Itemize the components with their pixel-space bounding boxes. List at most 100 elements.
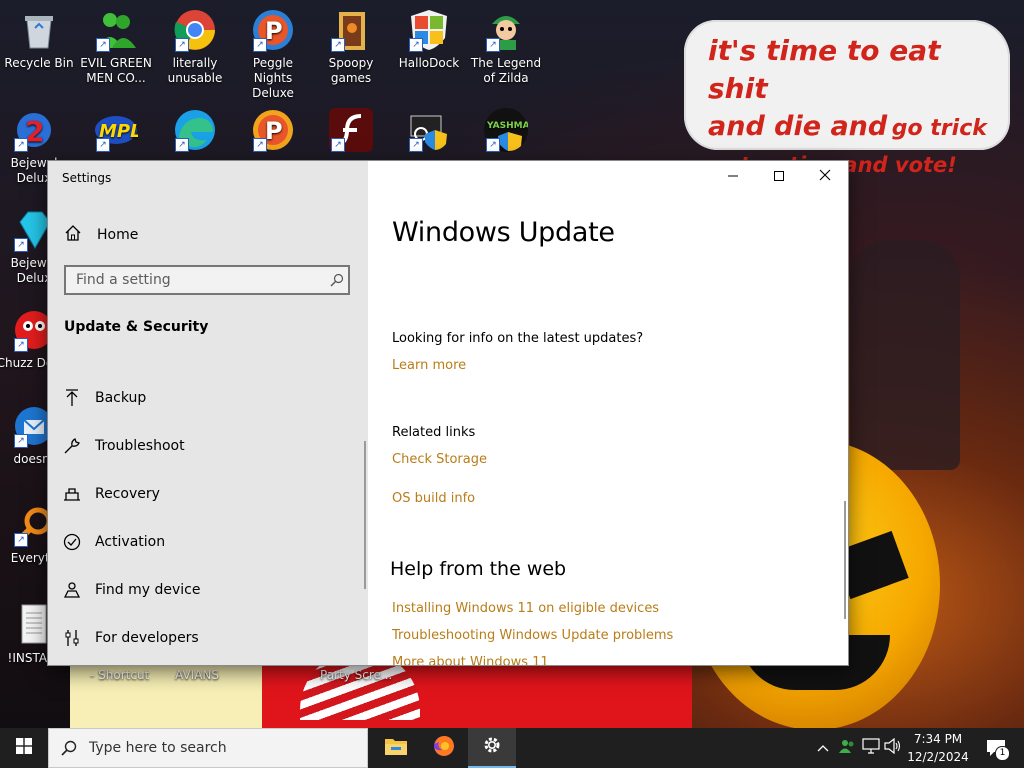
help-link-more-win11[interactable]: More about Windows 11	[392, 655, 549, 665]
shortcut-arrow-icon: ↗	[14, 338, 28, 352]
speech-line: it's time to eat shit	[708, 34, 941, 105]
tray-network[interactable]	[860, 728, 882, 768]
monitor-shield-icon: ↗	[407, 108, 451, 152]
tray-show-hidden-icons[interactable]	[812, 728, 834, 768]
desktop-icon-yashma[interactable]: YASHMA ↗	[468, 108, 544, 156]
shortcut-arrow-icon: ↗	[175, 138, 189, 152]
sidebar-section-title: Update & Security	[64, 319, 209, 335]
chevron-up-icon	[817, 741, 829, 756]
taskbar-clock[interactable]: 7:34 PM 12/2/2024	[906, 730, 970, 766]
desktop-icon-label: HalloDock	[398, 56, 460, 70]
find-setting-input[interactable]	[64, 265, 350, 295]
search-icon[interactable]	[330, 273, 344, 287]
tray-notifications[interactable]: 1	[980, 728, 1012, 768]
sidebar-item-label: Find my device	[95, 582, 201, 598]
svg-text:P: P	[265, 117, 283, 145]
gear-icon	[482, 735, 502, 759]
sidebar-item-label: Recovery	[95, 486, 160, 502]
zilda-character-icon: ↗	[484, 8, 528, 52]
desktop-icon-hallodock[interactable]: ↗ HalloDock	[391, 8, 467, 71]
desktop-icon-chrome[interactable]: ↗ literally unusable	[157, 8, 233, 86]
desktop-icon-peggle-nights[interactable]: P ↗ Peggle Nights Deluxe	[235, 8, 311, 101]
peggle-icon: P ↗	[251, 8, 295, 52]
edge-icon: ↗	[173, 108, 217, 152]
desktop-icon-recycle-bin[interactable]: Recycle Bin	[1, 8, 77, 71]
tray-people[interactable]	[836, 728, 858, 768]
desktop-icon-label: - Shortcut	[90, 668, 150, 682]
network-icon	[862, 738, 880, 758]
shortcut-arrow-icon: ↗	[14, 434, 28, 448]
svg-text:P: P	[265, 17, 283, 45]
windows-logo-icon	[16, 738, 32, 758]
sidebar-item-label: Activation	[95, 534, 166, 550]
windows-shield-icon: ↗	[407, 8, 451, 52]
desktop-icon-legend-of-zilda[interactable]: ↗ The Legend of Zilda	[468, 8, 544, 86]
content-scrollbar[interactable]	[844, 501, 846, 619]
taskbar-file-explorer[interactable]	[372, 728, 420, 768]
check-circle-icon	[62, 532, 82, 552]
sidebar-item-troubleshoot[interactable]: Troubleshoot	[62, 433, 185, 459]
home-icon	[64, 224, 82, 246]
sidebar-item-for-developers[interactable]: For developers	[62, 625, 199, 651]
sidebar-item-recovery[interactable]: Recovery	[62, 481, 160, 507]
speech-line: go trick	[891, 116, 987, 141]
shortcut-arrow-icon: ↗	[14, 238, 28, 252]
peggle-icon: P ↗	[251, 108, 295, 152]
desktop-icon-label: The Legend of Zilda	[470, 56, 542, 85]
sidebar-item-find-my-device[interactable]: Find my device	[62, 577, 201, 603]
desktop-icon-flash[interactable]: ↗	[313, 108, 389, 156]
learn-more-link[interactable]: Learn more	[392, 358, 466, 373]
sidebar-item-home[interactable]: Home	[64, 223, 138, 247]
close-button[interactable]	[802, 161, 848, 193]
taskbar-firefox[interactable]	[420, 728, 468, 768]
sidebar-item-backup[interactable]: Backup	[62, 385, 146, 411]
desktop-icon-peggle[interactable]: P ↗	[235, 108, 311, 156]
taskbar-search-box[interactable]: Type here to search	[48, 728, 368, 768]
search-icon	[61, 740, 77, 756]
wallpaper-speech-bubble: it's time to eat shit and die and go tri…	[684, 20, 1010, 177]
maximize-icon	[774, 170, 784, 185]
os-build-info-link[interactable]: OS build info	[392, 491, 475, 506]
desktop-icon-display-settings[interactable]: ↗	[391, 108, 467, 156]
help-link-troubleshoot-update[interactable]: Troubleshooting Windows Update problems	[392, 628, 673, 643]
desktop-icon-edge[interactable]: ↗	[157, 108, 233, 156]
taskbar-settings[interactable]	[468, 728, 516, 768]
check-storage-link[interactable]: Check Storage	[392, 452, 487, 467]
shortcut-arrow-icon: ↗	[96, 138, 110, 152]
desktop-icon-label: Peggle Nights Deluxe	[252, 56, 294, 100]
start-button[interactable]	[0, 728, 48, 768]
shortcut-arrow-icon: ↗	[253, 138, 267, 152]
help-from-web-heading: Help from the web	[390, 558, 567, 580]
desktop-icon-label: Recycle Bin	[4, 56, 74, 70]
desktop-icon-mpl[interactable]: MPL ↗	[78, 108, 154, 156]
minimize-icon	[728, 170, 738, 185]
help-link-install-win11[interactable]: Installing Windows 11 on eligible device…	[392, 601, 659, 616]
folder-icon: ↗	[329, 8, 373, 52]
desktop-icon-evil-green-men[interactable]: ↗ EVIL GREEN MEN CO...	[78, 8, 154, 86]
sidebar-item-label: Home	[97, 227, 139, 243]
flash-icon: ↗	[329, 108, 373, 152]
maximize-button[interactable]	[756, 161, 802, 193]
speech-line: and die and	[708, 111, 888, 142]
developer-sliders-icon	[62, 628, 82, 648]
desktop-icon-spoopy-games[interactable]: ↗ Spoopy games	[313, 8, 389, 86]
clock-time: 7:34 PM	[913, 732, 963, 746]
people-icon	[838, 737, 856, 759]
taskbar-search-placeholder: Type here to search	[89, 740, 227, 756]
tray-volume[interactable]	[882, 728, 904, 768]
notification-count-badge: 1	[995, 746, 1010, 761]
clock-date: 12/2/2024	[907, 750, 969, 764]
window-title: Settings	[62, 171, 112, 185]
close-icon	[819, 169, 831, 185]
settings-window: Settings Home Update & Security Backup T…	[48, 161, 848, 665]
shortcut-arrow-icon: ↗	[14, 533, 28, 547]
sidebar-scrollbar[interactable]	[364, 441, 366, 589]
bejeweled-2-icon: 2 ↗	[12, 108, 56, 152]
sidebar-item-activation[interactable]: Activation	[62, 529, 165, 555]
minimize-button[interactable]	[710, 161, 756, 193]
settings-content: Windows Update Looking for info on the l…	[368, 161, 848, 665]
info-question-text: Looking for info on the latest updates?	[392, 331, 644, 346]
shortcut-arrow-icon: ↗	[331, 38, 345, 52]
wallpaper-speech-text: it's time to eat shit and die and go tri…	[708, 32, 998, 179]
shortcut-arrow-icon: ↗	[409, 38, 423, 52]
